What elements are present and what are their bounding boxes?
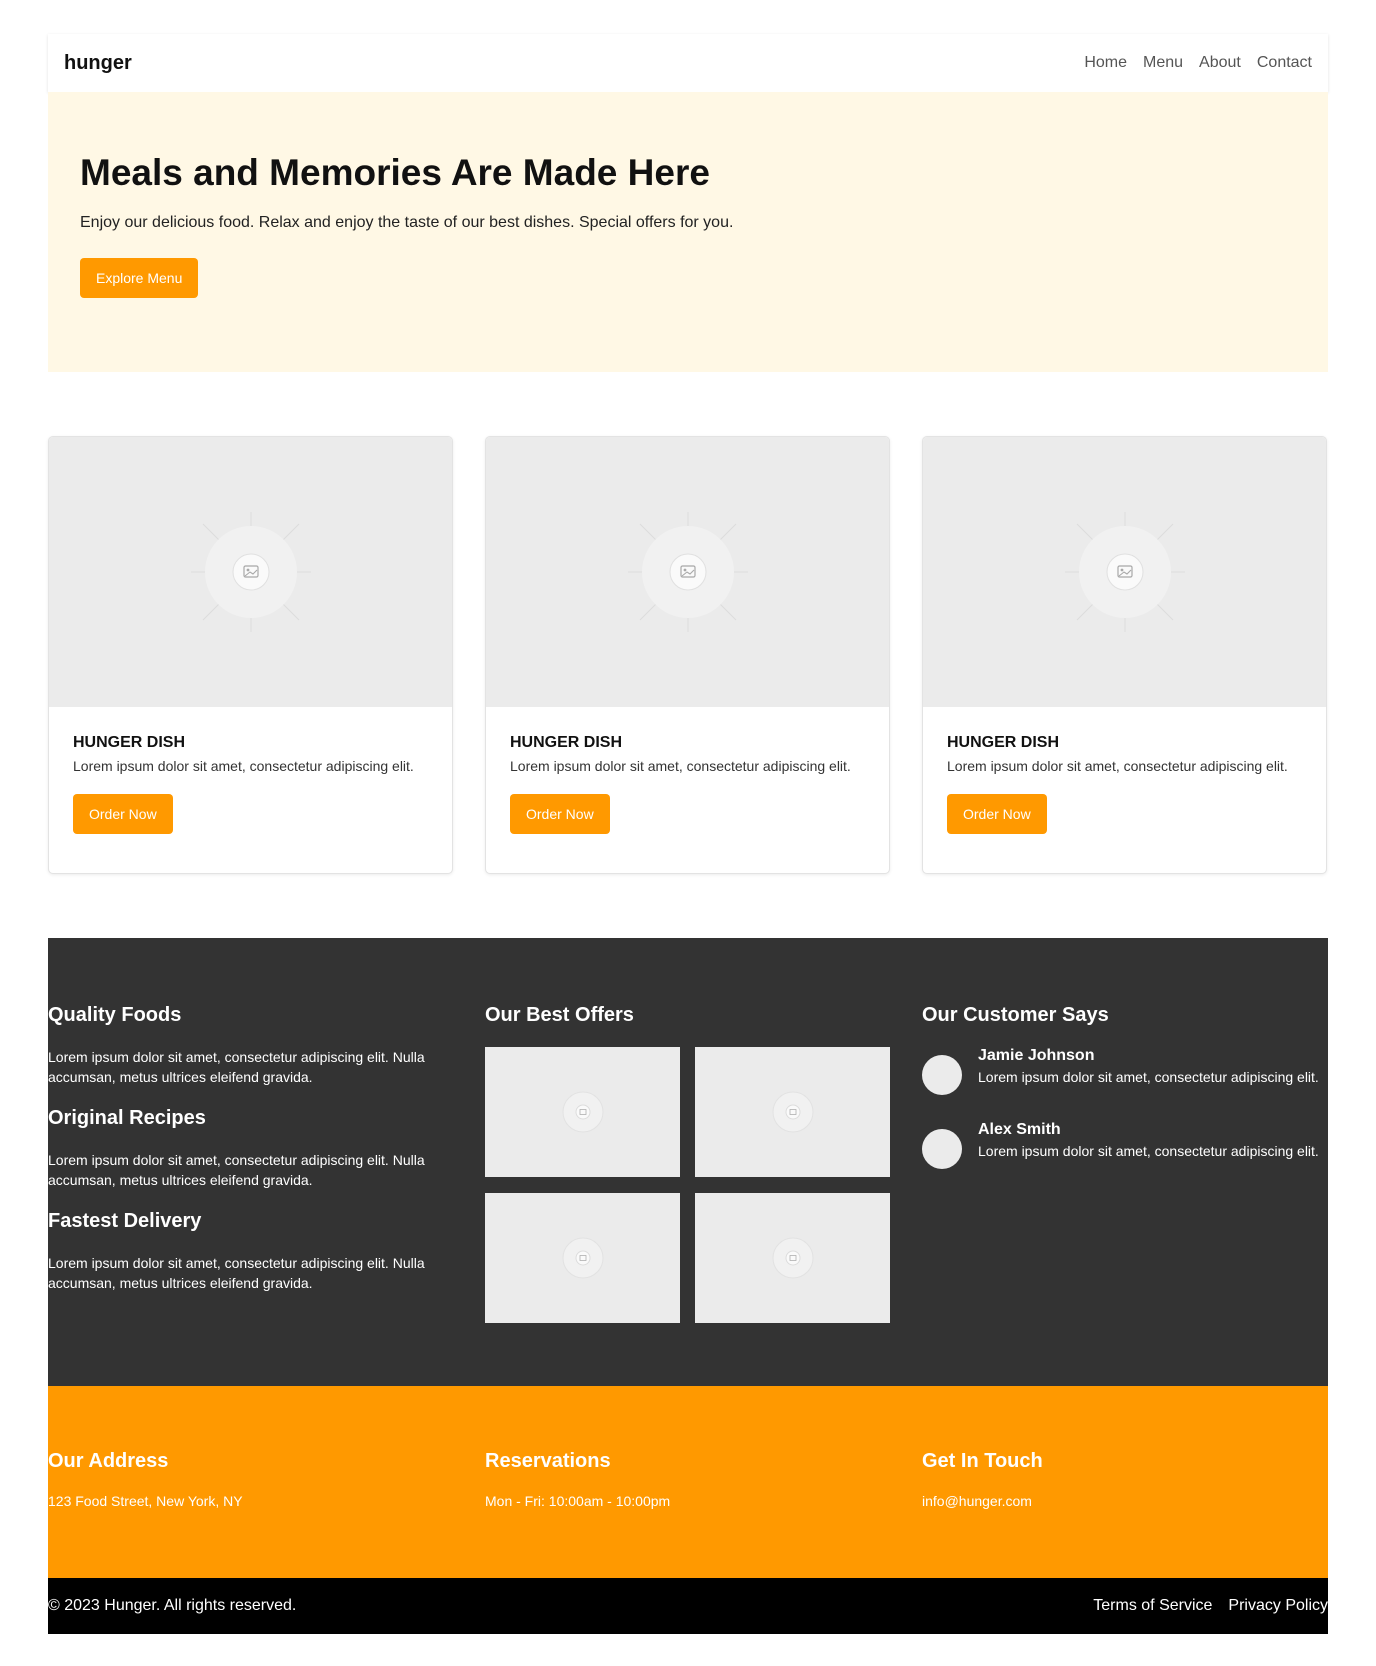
reservations-column: Reservations Mon - Fri: 10:00am - 10:00p… <box>485 1450 890 1578</box>
footer-links: Terms of Service Privacy Policy <box>1093 1597 1328 1615</box>
feature-text: Lorem ipsum dolor sit amet, consectetur … <box>48 1255 425 1291</box>
reservations-text: Mon - Fri: 10:00am - 10:00pm <box>485 1493 671 1509</box>
email-link[interactable]: info@hunger.com <box>922 1493 1327 1509</box>
dish-card: HUNGER DISH Lorem ipsum dolor sit amet, … <box>485 436 890 874</box>
nav-link-contact[interactable]: Contact <box>1257 54 1312 72</box>
footer: © 2023 Hunger. All rights reserved. Term… <box>48 1578 1328 1634</box>
navbar: hunger Home Menu About Contact <box>48 34 1328 92</box>
avatar <box>922 1129 962 1169</box>
dish-description: Lorem ipsum dolor sit amet, consectetur … <box>947 758 1288 774</box>
order-now-button[interactable]: Order Now <box>73 794 173 834</box>
features-column: Quality Foods Lorem ipsum dolor sit amet… <box>48 1004 453 1386</box>
feature-title: Fastest Delivery <box>48 1210 202 1232</box>
feature-title: Original Recipes <box>48 1107 206 1129</box>
hero-subtitle: Enjoy our delicious food. Relax and enjo… <box>80 214 734 231</box>
dish-image <box>486 437 889 707</box>
privacy-policy-link[interactable]: Privacy Policy <box>1228 1597 1328 1615</box>
nav-link-menu[interactable]: Menu <box>1143 54 1183 72</box>
dish-card: HUNGER DISH Lorem ipsum dolor sit amet, … <box>48 436 453 874</box>
dish-description: Lorem ipsum dolor sit amet, consectetur … <box>510 758 851 774</box>
testimonial-name: Alex Smith <box>978 1121 1061 1138</box>
contact-section: Our Address 123 Food Street, New York, N… <box>48 1386 1328 1578</box>
dish-image <box>923 437 1326 707</box>
dish-card-body: HUNGER DISH Lorem ipsum dolor sit amet, … <box>486 707 889 858</box>
features-section: Quality Foods Lorem ipsum dolor sit amet… <box>48 938 1328 1386</box>
nav-links: Home Menu About Contact <box>1084 54 1312 72</box>
image-placeholder-icon <box>772 1237 813 1279</box>
brand-logo[interactable]: hunger <box>64 52 132 75</box>
image-placeholder-icon <box>772 1091 813 1133</box>
terms-of-service-link[interactable]: Terms of Service <box>1093 1597 1212 1615</box>
dish-title: HUNGER DISH <box>510 734 623 751</box>
address-text: 123 Food Street, New York, NY <box>48 1493 243 1509</box>
offer-image[interactable] <box>695 1193 890 1323</box>
image-placeholder-icon <box>1064 512 1185 632</box>
get-in-touch-title: Get In Touch <box>922 1450 1043 1472</box>
feature-text: Lorem ipsum dolor sit amet, consectetur … <box>48 1152 425 1188</box>
dish-cards: HUNGER DISH Lorem ipsum dolor sit amet, … <box>48 436 1328 874</box>
testimonials-column: Our Customer Says Jamie Johnson Lorem ip… <box>922 1004 1327 1386</box>
offer-image[interactable] <box>695 1047 890 1177</box>
hero-section: Meals and Memories Are Made Here Enjoy o… <box>48 92 1328 372</box>
image-placeholder-icon <box>562 1237 603 1279</box>
dish-card-body: HUNGER DISH Lorem ipsum dolor sit amet, … <box>923 707 1326 858</box>
offers-grid <box>485 1047 890 1323</box>
testimonial-text: Lorem ipsum dolor sit amet, consectetur … <box>978 1143 1319 1159</box>
image-placeholder-icon <box>562 1091 603 1133</box>
order-now-button[interactable]: Order Now <box>947 794 1047 834</box>
testimonial-name: Jamie Johnson <box>978 1047 1095 1064</box>
image-placeholder-icon <box>190 512 311 632</box>
avatar <box>922 1055 962 1095</box>
feature-text: Lorem ipsum dolor sit amet, consectetur … <box>48 1049 425 1085</box>
copyright-text: © 2023 Hunger. All rights reserved. <box>48 1597 297 1614</box>
address-title: Our Address <box>48 1450 169 1472</box>
dish-card-body: HUNGER DISH Lorem ipsum dolor sit amet, … <box>49 707 452 858</box>
reservations-title: Reservations <box>485 1450 611 1472</box>
image-placeholder-icon <box>627 512 748 632</box>
nav-link-about[interactable]: About <box>1199 54 1241 72</box>
testimonial: Alex Smith Lorem ipsum dolor sit amet, c… <box>922 1121 1327 1169</box>
offers-title: Our Best Offers <box>485 1004 634 1026</box>
address-column: Our Address 123 Food Street, New York, N… <box>48 1450 453 1578</box>
dish-image <box>49 437 452 707</box>
feature-title: Quality Foods <box>48 1004 182 1026</box>
dish-card: HUNGER DISH Lorem ipsum dolor sit amet, … <box>922 436 1327 874</box>
testimonial-text: Lorem ipsum dolor sit amet, consectetur … <box>978 1069 1319 1085</box>
dish-title: HUNGER DISH <box>947 734 1060 751</box>
offers-column: Our Best Offers <box>485 1004 890 1386</box>
dish-description: Lorem ipsum dolor sit amet, consectetur … <box>73 758 414 774</box>
order-now-button[interactable]: Order Now <box>510 794 610 834</box>
testimonials-title: Our Customer Says <box>922 1004 1109 1026</box>
offer-image[interactable] <box>485 1047 680 1177</box>
explore-menu-button[interactable]: Explore Menu <box>80 258 199 298</box>
testimonial: Jamie Johnson Lorem ipsum dolor sit amet… <box>922 1047 1327 1095</box>
dish-title: HUNGER DISH <box>73 734 186 751</box>
get-in-touch-column: Get In Touch info@hunger.com <box>922 1450 1327 1578</box>
hero-title: Meals and Memories Are Made Here <box>80 152 710 193</box>
offer-image[interactable] <box>485 1193 680 1323</box>
nav-link-home[interactable]: Home <box>1084 54 1127 72</box>
